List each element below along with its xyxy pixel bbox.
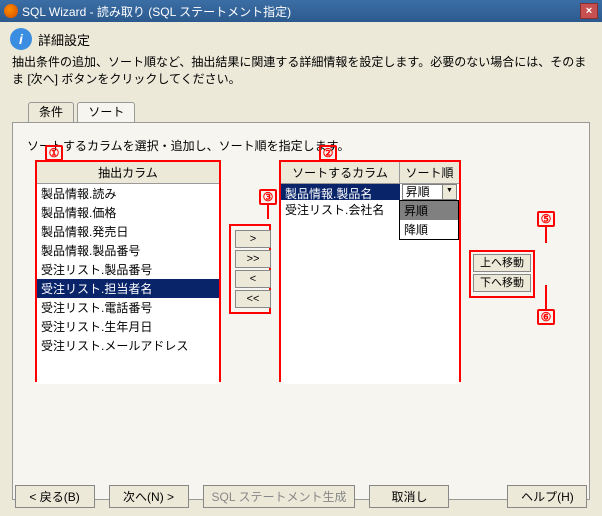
list-item[interactable]: 製品情報.読み — [37, 184, 219, 203]
remove-all-button[interactable]: << — [235, 290, 271, 308]
annotation-1: ① — [45, 145, 63, 161]
sort-panel: ソートするカラムを選択・追加し、ソート順を指定します。 ① ② ③ ④ ⑤ ⑥ … — [12, 122, 590, 500]
tab-conditions[interactable]: 条件 — [28, 102, 74, 122]
page-title: 詳細設定 — [38, 30, 90, 49]
next-button[interactable]: 次へ(N) > — [109, 485, 189, 508]
list-item[interactable]: 受注リスト.電話番号 — [37, 298, 219, 317]
sort-col-cell: 受注リスト.会社名 — [281, 200, 400, 216]
info-icon: i — [10, 28, 32, 50]
header-row: i 詳細設定 — [0, 22, 602, 54]
back-button[interactable]: < 戻る(B) — [15, 485, 95, 508]
sort-order-dropdown[interactable]: 昇順 降順 — [399, 200, 459, 240]
cancel-button[interactable]: 取消し — [369, 485, 449, 508]
move-down-button[interactable]: 下へ移動 — [473, 274, 531, 292]
sort-col-cell: 製品情報.製品名 — [281, 184, 400, 200]
sort-order-header: ソート順 — [400, 162, 459, 184]
list-item[interactable]: 受注リスト.担当者名 — [37, 279, 219, 298]
title-bar: SQL Wizard - 読み取り (SQL ステートメント指定) × — [0, 0, 602, 22]
annotation-6: ⑥ — [537, 309, 555, 325]
wizard-footer: < 戻る(B) 次へ(N) > SQL ステートメント生成 取消し ヘルプ(H) — [0, 485, 602, 508]
list-item[interactable]: 製品情報.価格 — [37, 203, 219, 222]
add-all-button[interactable]: >> — [235, 250, 271, 268]
annotation-3: ③ — [259, 189, 277, 205]
annotation-line-3 — [267, 205, 269, 219]
list-item[interactable]: 受注リスト.メールアドレス — [37, 336, 219, 355]
tab-sort[interactable]: ソート — [77, 102, 135, 122]
window-title: SQL Wizard - 読み取り (SQL ステートメント指定) — [22, 3, 580, 20]
chevron-down-icon[interactable]: ▼ — [442, 185, 456, 199]
sort-columns-body: 製品情報.製品名 昇順 ▼ 受注リスト.会社名 昇順 降順 — [281, 184, 459, 384]
tab-strip: 条件 ソート — [28, 102, 602, 122]
sort-order-combo[interactable]: 昇順 ▼ — [402, 184, 457, 200]
extract-columns-listbox[interactable]: 抽出カラム 製品情報.読み 製品情報.価格 製品情報.発売日 製品情報.製品番号… — [35, 160, 221, 382]
page-description: 抽出条件の追加、ソート順など、抽出結果に関連する詳細情報を設定します。必要のない… — [0, 54, 602, 94]
dropdown-option[interactable]: 降順 — [400, 220, 458, 239]
list-item[interactable]: 製品情報.製品番号 — [37, 241, 219, 260]
sort-columns-listbox[interactable]: ソートするカラム ソート順 製品情報.製品名 昇順 ▼ 受注リスト.会社名 — [279, 160, 461, 382]
list-item[interactable]: 製品情報.発売日 — [37, 222, 219, 241]
dropdown-option[interactable]: 昇順 — [400, 201, 458, 220]
list-item[interactable]: 受注リスト.製品番号 — [37, 260, 219, 279]
app-icon — [4, 4, 18, 18]
annotation-line-5 — [545, 227, 547, 243]
sort-order-value: 昇順 — [406, 183, 430, 200]
list-item[interactable]: 受注リスト.生年月日 — [37, 317, 219, 336]
extract-columns-body: 製品情報.読み 製品情報.価格 製品情報.発売日 製品情報.製品番号 受注リスト… — [37, 184, 219, 384]
move-buttons-group: > >> < << — [229, 224, 271, 314]
annotation-line-6 — [545, 285, 547, 309]
remove-one-button[interactable]: < — [235, 270, 271, 288]
annotation-2: ② — [319, 145, 337, 161]
generate-sql-button: SQL ステートメント生成 — [203, 485, 356, 508]
move-up-button[interactable]: 上へ移動 — [473, 254, 531, 272]
panel-instruction: ソートするカラムを選択・追加し、ソート順を指定します。 — [23, 133, 579, 160]
close-icon[interactable]: × — [580, 3, 598, 19]
reorder-controls: 上へ移動 下へ移動 — [469, 160, 533, 298]
add-one-button[interactable]: > — [235, 230, 271, 248]
sort-order-cell[interactable]: 昇順 ▼ — [400, 184, 459, 200]
table-row[interactable]: 製品情報.製品名 昇順 ▼ — [281, 184, 459, 200]
sort-column-header: ソートするカラム — [281, 162, 400, 184]
annotation-5: ⑤ — [537, 211, 555, 227]
extract-columns-header: 抽出カラム — [37, 162, 219, 184]
help-button[interactable]: ヘルプ(H) — [507, 485, 587, 508]
